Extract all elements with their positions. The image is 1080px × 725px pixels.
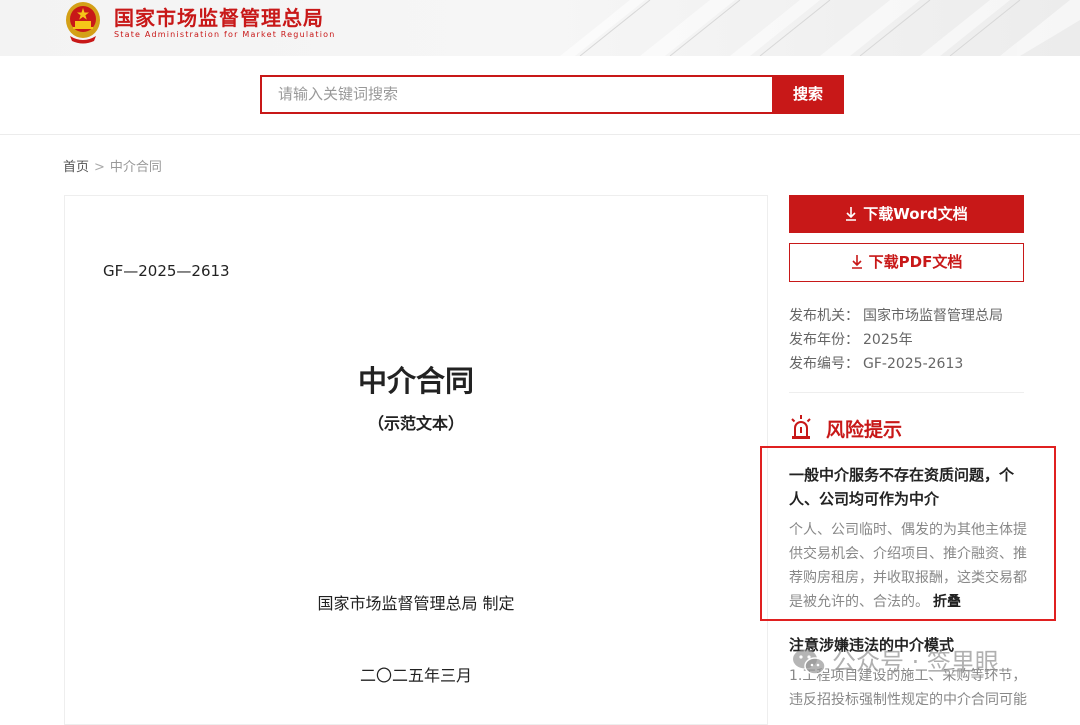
watermark-text: 公众号 · 签里眼 <box>832 648 999 676</box>
site-header: 国家市场监督管理总局 State Administration for Mark… <box>0 0 1080 56</box>
document-title: 中介合同 <box>357 364 474 398</box>
meta-number-label: 发布编号： <box>789 356 859 372</box>
risk-item-text: 个人、公司临时、偶发的为其他主体提供交易机会、介绍项目、推介融资、推荐购房租房，… <box>789 522 1027 610</box>
search-input[interactable]: 请输入关键词搜索 <box>260 75 772 114</box>
wechat-icon <box>793 649 826 675</box>
header-background-pattern <box>560 0 1080 56</box>
meta-year: 发布年份： 2025年 <box>789 329 913 349</box>
meta-number: 发布编号： GF-2025-2613 <box>789 353 963 373</box>
download-pdf-button[interactable]: 下载PDF文档 <box>789 243 1024 282</box>
site-subtitle: State Administration for Market Regulati… <box>114 30 336 39</box>
meta-agency: 发布机关： 国家市场监督管理总局 <box>789 305 1003 325</box>
risk-item-title: 一般中介服务不存在资质问题，个人、公司均可作为中介 <box>789 466 1015 508</box>
search-bar: 请输入关键词搜索 搜索 <box>260 75 844 114</box>
meta-agency-label: 发布机关： <box>789 308 859 324</box>
site-title[interactable]: 国家市场监督管理总局 <box>114 2 324 31</box>
meta-number-value: GF-2025-2613 <box>863 356 964 372</box>
risk-section-title: 风险提示 <box>826 419 903 441</box>
download-icon <box>851 255 862 269</box>
meta-year-value: 2025年 <box>863 332 913 348</box>
meta-divider <box>789 392 1024 393</box>
search-button[interactable]: 搜索 <box>772 75 844 114</box>
header-divider <box>0 134 1080 135</box>
breadcrumb: 首页 > 中介合同 <box>63 156 162 175</box>
breadcrumb-current: 中介合同 <box>109 160 162 175</box>
risk-item-body: 个人、公司临时、偶发的为其他主体提供交易机会、介绍项目、推介融资、推荐购房租房，… <box>789 518 1035 614</box>
meta-year-label: 发布年份： <box>789 332 859 348</box>
download-word-button[interactable]: 下载Word文档 <box>789 195 1024 233</box>
national-emblem-logo[interactable] <box>64 0 102 44</box>
document-date: 二〇二五年三月 <box>359 666 472 685</box>
meta-agency-value: 国家市场监督管理总局 <box>863 308 1003 324</box>
document-code: GF—2025—2613 <box>103 262 230 280</box>
download-pdf-label: 下载PDF文档 <box>868 253 963 271</box>
download-icon <box>846 207 857 221</box>
document-subtitle: （示范文本） <box>367 414 464 433</box>
alarm-light-icon <box>791 415 811 439</box>
document-issuer: 国家市场监督管理总局 制定 <box>317 594 515 613</box>
download-word-label: 下载Word文档 <box>863 205 968 223</box>
breadcrumb-home-link[interactable]: 首页 <box>63 160 89 175</box>
breadcrumb-separator: > <box>94 160 105 175</box>
fold-toggle-link[interactable]: 折叠 <box>933 594 961 610</box>
